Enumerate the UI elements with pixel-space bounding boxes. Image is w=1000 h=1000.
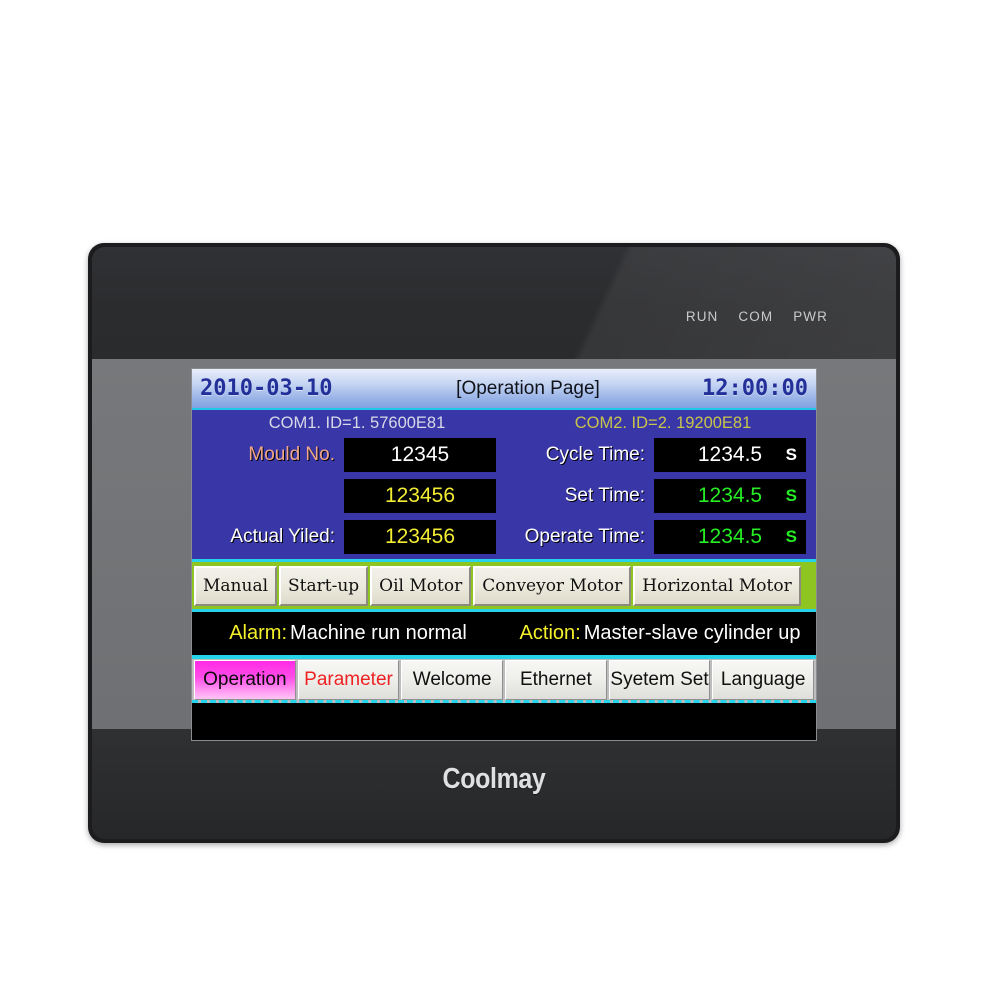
field-unit: S <box>785 445 797 464</box>
tab-ethernet[interactable]: Ethernet <box>505 660 607 700</box>
button-manual[interactable]: Manual <box>194 565 278 606</box>
field-operate-time: Operate Time: 1234.5 S <box>512 518 806 556</box>
field-grid: Mould No. 12345 123456 Actual Yiled: 123… <box>192 436 816 559</box>
right-field-column: Cycle Time: 1234.5 S Set Time: 1234.5 S … <box>506 436 806 559</box>
field-value: 123456 <box>384 525 456 548</box>
field-value-box[interactable]: 123456 <box>344 520 496 554</box>
field-label: Mould No. <box>248 444 335 465</box>
action-group: Action: Master-slave cylinder up <box>504 622 816 645</box>
field-value-box[interactable]: 12345 <box>344 438 496 472</box>
lcd-screen: 2010-03-10 [Operation Page] 12:00:00 COM… <box>191 368 817 741</box>
left-field-column: Mould No. 12345 123456 Actual Yiled: 123… <box>202 436 506 559</box>
tab-language[interactable]: Language <box>712 660 815 700</box>
navigation-tab-bar: Operation Parameter Welcome Ethernet Sye… <box>192 658 816 703</box>
data-panel: COM1. ID=1. 57600E81 COM2. ID=2. 19200E8… <box>192 410 816 562</box>
hmi-device: RUN COM PWR Coolmay 2010-03-10 [Operatio… <box>88 243 900 843</box>
field-cycle-time: Cycle Time: 1234.5 S <box>512 436 806 474</box>
field-value-box[interactable]: 123456 <box>344 479 496 513</box>
field-value: 1234.5 <box>697 525 763 548</box>
led-label-pwr: PWR <box>793 309 828 324</box>
led-indicator-labels: RUN COM PWR <box>686 309 828 324</box>
device-bezel: RUN COM PWR Coolmay 2010-03-10 [Operatio… <box>92 247 896 839</box>
field-value-box[interactable]: 1234.5 S <box>654 438 806 472</box>
tab-operation[interactable]: Operation <box>194 660 296 700</box>
com2-status: COM2. ID=2. 19200E81 <box>574 413 752 432</box>
alarm-group: Alarm: Machine run normal <box>192 622 504 645</box>
field-value: 1234.5 <box>697 484 763 507</box>
com1-status: COM1. ID=1. 57600E81 <box>268 413 446 432</box>
led-label-com: COM <box>738 309 774 324</box>
field-unit: S <box>785 486 797 505</box>
alarm-message: Machine run normal <box>290 622 467 644</box>
screen-title-bar: 2010-03-10 [Operation Page] 12:00:00 <box>192 369 816 410</box>
tab-welcome[interactable]: Welcome <box>401 660 504 700</box>
control-button-strip: Manual Start-up Oil Motor Conveyor Motor… <box>192 562 816 612</box>
led-label-run: RUN <box>685 309 719 324</box>
field-unit: S <box>785 527 797 546</box>
field-value-box[interactable]: 1234.5 S <box>654 479 806 513</box>
status-bar: Alarm: Machine run normal Action: Master… <box>192 612 816 658</box>
tab-parameter[interactable]: Parameter <box>297 660 400 700</box>
brand-logo: Coolmay <box>442 763 546 795</box>
date-display: 2010-03-10 <box>200 376 333 401</box>
action-label: Action: <box>519 622 581 644</box>
field-mould-no: Mould No. 12345 <box>202 436 496 474</box>
button-horizontal-motor[interactable]: Horizontal Motor <box>633 565 801 606</box>
field-label: Cycle Time: <box>545 444 645 465</box>
field-value-box[interactable]: 1234.5 S <box>654 520 806 554</box>
field-label: Operate Time: <box>524 526 645 547</box>
button-oil-motor[interactable]: Oil Motor <box>370 565 472 606</box>
bezel-bottom-band: Coolmay <box>92 729 896 839</box>
screenshot-root: RUN COM PWR Coolmay 2010-03-10 [Operatio… <box>0 0 1000 1000</box>
field-secondary-count: 123456 <box>202 477 496 515</box>
field-value: 12345 <box>390 443 450 466</box>
button-conveyor-motor[interactable]: Conveyor Motor <box>473 565 632 606</box>
button-start-up[interactable]: Start-up <box>279 565 369 606</box>
action-message: Master-slave cylinder up <box>583 622 801 644</box>
time-display: 12:00:00 <box>702 376 808 401</box>
field-value: 123456 <box>384 484 456 507</box>
alarm-label: Alarm: <box>229 622 288 644</box>
field-value: 1234.5 <box>697 443 763 466</box>
com-port-row: COM1. ID=1. 57600E81 COM2. ID=2. 19200E8… <box>192 410 816 436</box>
bezel-top-band <box>92 247 896 359</box>
page-title: [Operation Page] <box>456 377 600 399</box>
field-set-time: Set Time: 1234.5 S <box>512 477 806 515</box>
field-label: Set Time: <box>564 485 645 506</box>
field-label: Actual Yiled: <box>230 526 335 547</box>
field-actual-yield: Actual Yiled: 123456 <box>202 518 496 556</box>
tab-system-set[interactable]: Syetem Set <box>608 660 711 700</box>
